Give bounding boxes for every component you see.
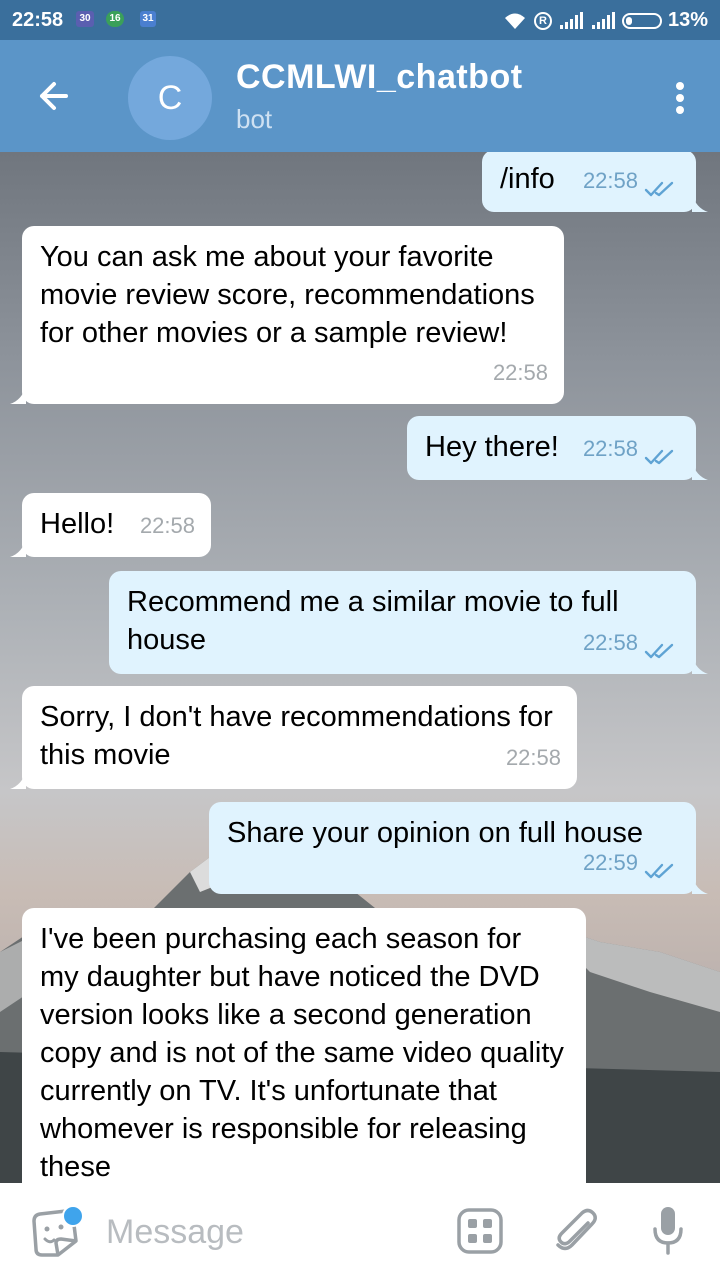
double-check-icon [644,181,674,197]
message-list[interactable]: /info 22:58 You can ask me about your fa… [0,152,720,1183]
bubble-tail [10,539,26,557]
message-text: Recommend me a similar movie to full hou… [127,586,619,656]
roaming-icon: R [533,11,552,30]
more-options-button[interactable] [670,78,690,118]
double-check-icon [644,449,674,465]
message-text: /info [500,163,555,195]
notification-badge-icon: 16 [106,11,124,27]
message-text: Sorry, I don't have recommendations for … [40,701,553,771]
more-vertical-icon [676,82,684,90]
message-text: I've been purchasing each season for my … [40,923,564,1183]
battery-level: 13% [667,9,708,31]
wifi-icon [504,13,525,29]
message-time: 22:58 [505,745,561,770]
bubble-tail [692,656,708,674]
message-bubble-incoming[interactable]: I've been purchasing each season for my … [22,908,586,1183]
chat-title[interactable]: CCMLWI_chatbot [236,58,523,97]
message-time: 22:59 [582,850,638,875]
bubble-tail [692,462,708,480]
message-time: 22:58 [492,360,548,385]
microphone-icon [653,1207,683,1255]
message-time: 22:58 [582,630,638,655]
back-button[interactable] [30,72,82,120]
message-input[interactable] [104,1209,438,1255]
calendar-notification-icon: 30 [76,11,94,27]
message-bubble-incoming[interactable]: You can ask me about your favorite movie… [10,226,564,404]
voice-message-button[interactable] [650,1203,686,1259]
bubble-tail [692,194,708,212]
status-time: 22:58 [12,9,64,31]
attach-button[interactable] [552,1205,600,1257]
arrow-left-icon [40,82,68,110]
status-bar: 22:58 30 16 31 R 13% [0,0,720,40]
message-bubble-incoming[interactable]: Hello! 22:58 [10,493,211,557]
message-text: Share your opinion on full house [227,817,643,849]
battery-icon [621,12,662,29]
status-indicators: R 13% [502,9,708,32]
message-text: Hello! [40,508,115,540]
message-bubble-outgoing[interactable]: Recommend me a similar movie to full hou… [109,571,708,674]
new-stickers-dot-icon [62,1205,84,1227]
bubble-tail [10,386,26,404]
signal-icon-2 [591,11,615,29]
message-time: 22:58 [582,168,638,193]
message-time: 22:58 [582,436,638,461]
message-bubble-outgoing[interactable]: Hey there! 22:58 [407,416,708,480]
calendar-icon: 31 [140,11,156,27]
message-text: You can ask me about your favorite movie… [40,241,535,349]
bot-keyboard-icon [457,1208,503,1254]
signal-icon [559,11,583,29]
chat-header: C CCMLWI_chatbot bot [0,40,720,152]
chat-subtitle: bot [236,104,273,134]
message-composer [0,1183,720,1280]
bot-commands-button[interactable] [456,1207,504,1255]
double-check-icon [644,863,674,879]
message-bubble-outgoing[interactable]: Share your opinion on full house 22:59 [209,802,708,894]
bubble-tail [692,876,708,894]
message-text: Hey there! [425,431,559,463]
message-time: 22:58 [139,513,195,538]
message-bubble-incoming[interactable]: Sorry, I don't have recommendations for … [10,686,577,789]
message-bubble-outgoing[interactable]: /info 22:58 [482,152,708,212]
avatar[interactable]: C [128,56,212,140]
bubble-tail [10,771,26,789]
double-check-icon [644,643,674,659]
paperclip-icon [556,1208,597,1251]
